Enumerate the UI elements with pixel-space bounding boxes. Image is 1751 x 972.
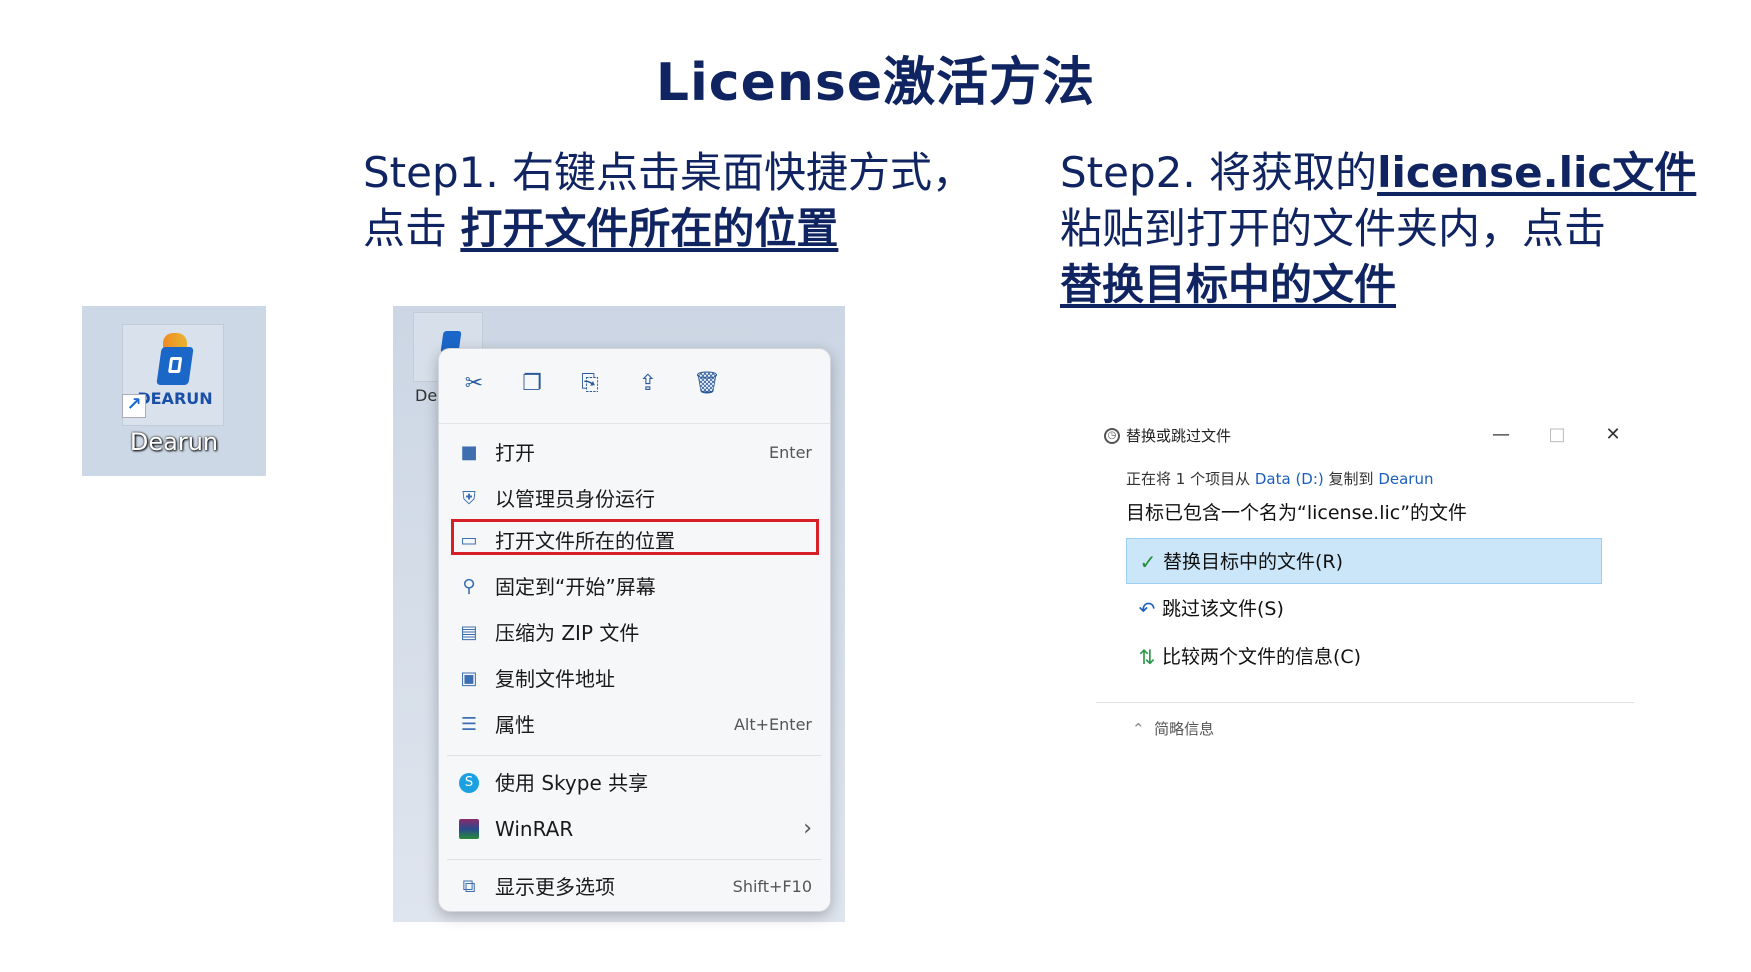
copy-icon[interactable]: ❐: [519, 371, 545, 397]
dearun-logo-icon: [156, 347, 194, 385]
menu-item-shortcut: Enter: [769, 443, 812, 462]
chevron-up-icon: ⌃: [1132, 720, 1145, 738]
menu-item-label: 固定到“开始”屏幕: [495, 575, 656, 599]
menu-item-label: 显示更多选项: [495, 875, 615, 899]
menu-item-compress-zip[interactable]: ▤ 压缩为 ZIP 文件: [447, 613, 822, 653]
context-menu: ✂ ❐ ⎘ ⇪ 🗑 ■ 打开 Enter ⛨ 以管理员身份运行 ▭ 打开文件所在…: [438, 348, 831, 912]
menu-divider: [447, 859, 822, 860]
skip-option[interactable]: ↶ 跳过该文件(S): [1126, 586, 1602, 632]
step1-line2-prefix: 点击: [363, 204, 461, 253]
conflict-message: 目标已包含一个名为“license.lic”的文件: [1126, 502, 1468, 524]
dialog-title: 替换或跳过文件: [1126, 427, 1232, 445]
menu-item-label: WinRAR: [495, 817, 574, 841]
fewer-details-toggle[interactable]: ⌃ 简略信息: [1132, 718, 1214, 739]
more-options-icon: ⧉: [462, 876, 476, 897]
checkmark-icon: ✓: [1139, 550, 1157, 574]
step2-middle: 粘贴到打开的文件夹内，点击: [1060, 204, 1607, 253]
menu-item-label: 以管理员身份运行: [495, 487, 655, 511]
menu-item-label: 复制文件地址: [495, 667, 615, 691]
desktop-shortcut-icon[interactable]: DEARUN ↗ Dearun: [82, 306, 266, 476]
step1-prefix: Step1. 右键点击桌面快捷方式，: [363, 148, 975, 197]
compare-icon: ⇅: [1138, 645, 1156, 669]
shortcut-arrow-icon: ↗: [122, 394, 146, 418]
cut-icon[interactable]: ✂: [461, 371, 487, 397]
menu-item-properties[interactable]: ☰ 属性 Alt+Enter: [447, 705, 822, 745]
replace-skip-dialog: ◷ 替换或跳过文件 — □ ✕ 正在将 1 个项目从 Data (D:) 复制到…: [1096, 420, 1634, 756]
menu-item-label: 打开: [495, 441, 535, 465]
replace-option[interactable]: ✓ 替换目标中的文件(R): [1126, 538, 1602, 584]
option-label: 比较两个文件的信息(C): [1162, 646, 1362, 668]
desktop-icon-label: Dearun: [129, 428, 219, 456]
menu-item-shortcut: Alt+Enter: [733, 715, 812, 734]
clock-icon: ◷: [1104, 428, 1120, 444]
menu-item-open[interactable]: ■ 打开 Enter: [447, 433, 822, 473]
menu-item-shortcut: Shift+F10: [732, 877, 812, 896]
close-button[interactable]: ✕: [1598, 422, 1628, 448]
page-title: License激活方法: [655, 53, 1096, 113]
copy-middle: 复制到: [1323, 470, 1379, 488]
open-icon: ■: [460, 442, 478, 463]
menu-item-label: 属性: [495, 713, 535, 737]
footer-label: 简略信息: [1154, 720, 1215, 738]
delete-icon[interactable]: 🗑: [693, 371, 721, 397]
step2-prefix: Step2. 将获取的: [1060, 148, 1378, 197]
rename-icon[interactable]: ⎘: [577, 371, 603, 397]
winrar-icon: [459, 819, 479, 839]
copy-path-icon: ▣: [460, 668, 478, 689]
menu-item-label: 使用 Skype 共享: [495, 771, 649, 795]
option-label: 替换目标中的文件(R): [1163, 551, 1344, 573]
destination-link[interactable]: Dearun: [1378, 470, 1433, 488]
compare-option[interactable]: ⇅ 比较两个文件的信息(C): [1126, 634, 1602, 680]
source-link[interactable]: Data (D:): [1255, 470, 1324, 488]
skip-arrow-icon: ↶: [1138, 597, 1156, 621]
minimize-button[interactable]: —: [1486, 422, 1516, 448]
maximize-button[interactable]: □: [1542, 422, 1572, 448]
share-icon[interactable]: ⇪: [635, 371, 661, 397]
step2-emphasis1: license.lic文件: [1377, 148, 1697, 197]
step1-text: Step1. 右键点击桌面快捷方式， 点击 打开文件所在的位置: [363, 145, 1003, 257]
menu-item-show-more-options[interactable]: ⧉ 显示更多选项 Shift+F10: [447, 867, 822, 907]
menu-item-winrar[interactable]: WinRAR ›: [447, 809, 822, 849]
menu-item-label: 压缩为 ZIP 文件: [495, 621, 640, 645]
copy-status: 正在将 1 个项目从 Data (D:) 复制到 Dearun: [1126, 468, 1433, 489]
menu-item-skype-share[interactable]: S 使用 Skype 共享: [447, 763, 822, 803]
copy-prefix: 正在将 1 个项目从: [1126, 470, 1255, 488]
menu-item-copy-path[interactable]: ▣ 复制文件地址: [447, 659, 822, 699]
step1-emphasis: 打开文件所在的位置: [460, 204, 839, 253]
zip-icon: ▤: [460, 622, 478, 643]
step2-emphasis2: 替换目标中的文件: [1060, 260, 1397, 309]
admin-shield-icon: ⛨: [462, 488, 476, 509]
pin-icon: ⚲: [462, 576, 476, 597]
skype-icon: S: [459, 773, 479, 793]
menu-item-pin-to-start[interactable]: ⚲ 固定到“开始”屏幕: [447, 567, 822, 607]
highlight-box: [451, 519, 819, 555]
mini-icon-label: De: [415, 386, 438, 405]
step2-text: Step2. 将获取的license.lic文件 粘贴到打开的文件夹内，点击 替…: [1060, 145, 1740, 313]
context-menu-screenshot: De ✂ ❐ ⎘ ⇪ 🗑 ■ 打开 Enter ⛨ 以管理员身份运行 ▭ 打开文…: [393, 306, 845, 922]
dialog-divider: [1096, 702, 1634, 703]
properties-icon: ☰: [460, 714, 478, 735]
chevron-right-icon: ›: [803, 816, 812, 841]
option-label: 跳过该文件(S): [1162, 598, 1284, 620]
menu-item-run-as-admin[interactable]: ⛨ 以管理员身份运行: [447, 479, 822, 519]
menu-divider: [447, 755, 822, 756]
context-menu-toolbar: ✂ ❐ ⎘ ⇪ 🗑: [439, 349, 830, 424]
